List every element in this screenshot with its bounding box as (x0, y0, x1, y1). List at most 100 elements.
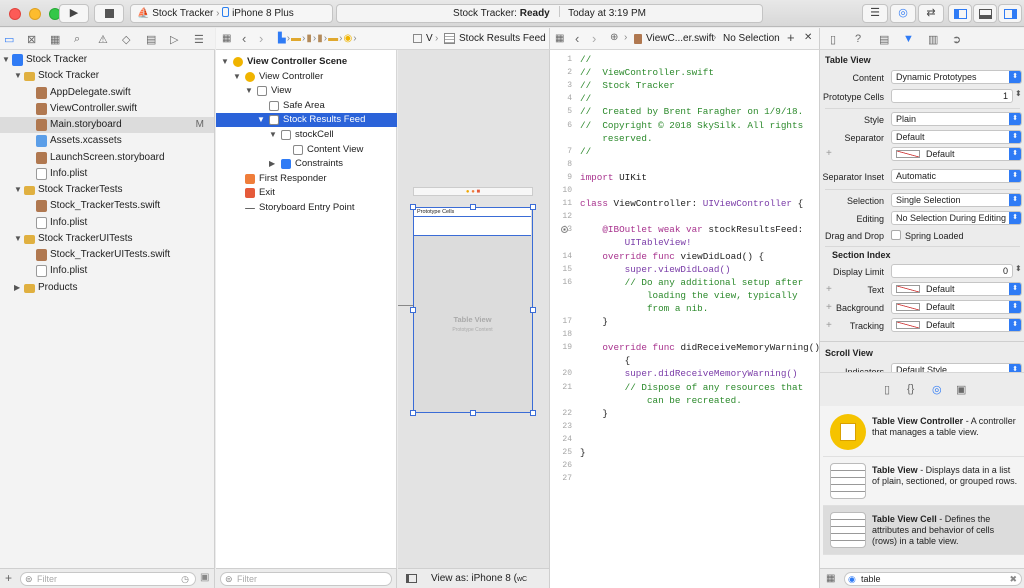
related-items-icon[interactable]: ▦ (222, 33, 231, 44)
outline-item[interactable]: ▼ View Controller Scene (216, 55, 397, 69)
content-popup[interactable]: Dynamic Prototypes ⬍ (891, 70, 1022, 84)
identity-icon[interactable]: ▤ (879, 33, 889, 46)
outline-item[interactable]: Content View (216, 143, 397, 157)
minimize-window-button[interactable] (29, 8, 41, 20)
disclosure-open-icon[interactable]: ▼ (14, 231, 22, 247)
prototype-cell[interactable] (414, 217, 531, 236)
filter-options-icon[interactable]: ▣ (200, 572, 209, 583)
editing-popup[interactable]: No Selection During Editing ⬍ (891, 211, 1022, 225)
disclosure-open-icon[interactable]: ▼ (233, 70, 241, 84)
outline-item[interactable]: ▼ stockCell (216, 128, 397, 142)
resize-handle[interactable] (410, 204, 416, 210)
navigator-item[interactable]: LaunchScreen.storyboard (0, 150, 214, 166)
stop-button[interactable] (94, 4, 124, 23)
recent-files-icon[interactable]: ◷ (181, 573, 189, 585)
disclosure-open-icon[interactable]: ▼ (245, 84, 253, 98)
add-variation-icon[interactable]: + (826, 302, 832, 313)
outline-item[interactable]: ▼ View Controller (216, 70, 397, 84)
jump-current-label[interactable]: Stock Results Feed (459, 33, 546, 44)
add-variation-icon[interactable]: + (826, 148, 832, 159)
outline-item[interactable]: ▼ Stock Results Feed (216, 113, 397, 128)
back-arrow-icon[interactable]: ‹ (242, 31, 246, 46)
help-icon[interactable]: ? (855, 33, 861, 45)
stepper-icon[interactable]: ⬍ (1015, 264, 1022, 273)
object-library-icon[interactable]: ◎ (932, 383, 942, 396)
navigator-item[interactable]: ▼ Stock TrackerUITests (0, 231, 214, 247)
index-text-color-popup[interactable]: Default ⬍ (891, 282, 1022, 296)
disclosure-open-icon[interactable]: ▼ (14, 182, 22, 198)
scheme-selector[interactable]: ⛵ Stock Tracker › iPhone 8 Plus (130, 4, 333, 23)
outline-item[interactable]: Safe Area (216, 99, 397, 113)
disclosure-closed-icon[interactable]: ▶ (14, 280, 20, 296)
close-window-button[interactable] (9, 8, 21, 20)
run-button[interactable]: ▶ (59, 4, 89, 23)
disclosure-open-icon[interactable]: ▼ (257, 113, 265, 127)
source-control-icon[interactable]: ⊠ (27, 33, 36, 46)
file-inspector-icon[interactable]: ▯ (830, 33, 836, 46)
grid-view-icon[interactable]: ▦ (826, 573, 835, 584)
outline-item[interactable]: Storyboard Entry Point (216, 201, 397, 215)
report-icon[interactable]: ☰ (194, 33, 204, 46)
forward-arrow-icon[interactable]: › (592, 31, 596, 46)
vc-dock-icon[interactable]: ● (466, 189, 470, 195)
add-editor-icon[interactable]: + (787, 30, 795, 45)
navigator-item[interactable]: Main.storyboard M (0, 117, 214, 133)
jump-path-icons[interactable]: ▙›▬›▮›▮›▬›◉› (278, 33, 358, 44)
outline-toggle-icon[interactable] (406, 574, 417, 583)
disclosure-open-icon[interactable]: ▼ (2, 52, 10, 68)
disclosure-open-icon[interactable]: ▼ (221, 55, 229, 69)
folder-icon[interactable]: ▭ (4, 33, 14, 46)
add-variation-icon[interactable]: + (826, 320, 832, 331)
prototype-cells-field[interactable]: 1 (891, 89, 1013, 103)
debug-icon[interactable]: ▤ (146, 33, 156, 46)
disclosure-closed-icon[interactable]: ▶ (269, 157, 275, 171)
outline-filter-input[interactable]: ⊜ Filter (220, 572, 392, 586)
back-arrow-icon[interactable]: ‹ (575, 31, 579, 46)
outline-item[interactable]: Exit (216, 186, 397, 200)
size-icon[interactable]: ▥ (928, 33, 938, 46)
separator-color-popup[interactable]: Default ⬍ (891, 147, 1022, 161)
breakpoint-icon[interactable]: ▷ (170, 33, 178, 46)
scene-dock[interactable]: ● ● ■ (413, 187, 533, 196)
search-icon[interactable]: ⌕ (74, 33, 80, 46)
separator-inset-popup[interactable]: Automatic ⬍ (891, 169, 1022, 183)
media-library-icon[interactable]: ▣ (956, 383, 966, 396)
connections-icon[interactable]: ➲ (952, 33, 961, 46)
disclosure-open-icon[interactable]: ▼ (14, 68, 22, 84)
toggle-debug-button[interactable] (973, 4, 997, 23)
navigator-item[interactable]: ViewController.swift (0, 101, 214, 117)
view-as-label[interactable]: View as: iPhone 8 (wC (431, 573, 527, 584)
editor-selection[interactable]: No Selection (723, 33, 780, 44)
test-icon[interactable]: ◇ (122, 33, 130, 46)
navigator-filter-input[interactable]: ⊜ Filter ◷ (20, 572, 196, 586)
library-item[interactable]: Table View Cell - Defines the attributes… (823, 506, 1024, 555)
selection-popup[interactable]: Single Selection ⬍ (891, 193, 1022, 207)
code-editor[interactable]: 1 // 2 // ViewController.swift 3 // Stock Tra… (549, 50, 820, 588)
navigator-item[interactable]: ▶ Products (0, 280, 214, 296)
attributes-icon[interactable]: ▼ (903, 33, 914, 45)
navigator-item[interactable]: ▼ Stock TrackerTests (0, 182, 214, 198)
toggle-navigator-button[interactable] (948, 4, 972, 23)
add-icon[interactable]: + (5, 571, 12, 585)
disclosure-open-icon[interactable]: ▼ (269, 128, 277, 142)
toggle-inspector-button[interactable] (998, 4, 1022, 23)
navigator-item[interactable]: ▼ Stock Tracker (0, 68, 214, 84)
display-limit-field[interactable]: 0 (891, 264, 1013, 278)
spring-loaded-checkbox[interactable] (891, 230, 901, 240)
navigator-item[interactable]: Info.plist (0, 166, 214, 182)
resize-handle[interactable] (530, 410, 536, 416)
navigator-item[interactable]: Info.plist (0, 263, 214, 279)
hierarchy-icon[interactable]: ▦ (50, 33, 60, 46)
library-search-input[interactable]: ◉ table ✖ (844, 572, 1022, 586)
file-template-icon[interactable]: ▯ (884, 383, 890, 396)
separator-popup[interactable]: Default ⬍ (891, 130, 1022, 144)
close-editor-icon[interactable]: ✕ (804, 32, 812, 43)
outline-item[interactable]: First Responder (216, 172, 397, 186)
standard-editor-button[interactable]: ☰ (862, 4, 888, 23)
exit-dock-icon[interactable]: ■ (476, 189, 480, 195)
version-editor-button[interactable]: ⇄ (918, 4, 944, 23)
clear-search-icon[interactable]: ✖ (1009, 573, 1017, 585)
resize-handle[interactable] (410, 410, 416, 416)
stepper-icon[interactable]: ⬍ (1015, 89, 1022, 98)
library-item[interactable]: Table View - Displays data in a list of … (823, 457, 1024, 506)
